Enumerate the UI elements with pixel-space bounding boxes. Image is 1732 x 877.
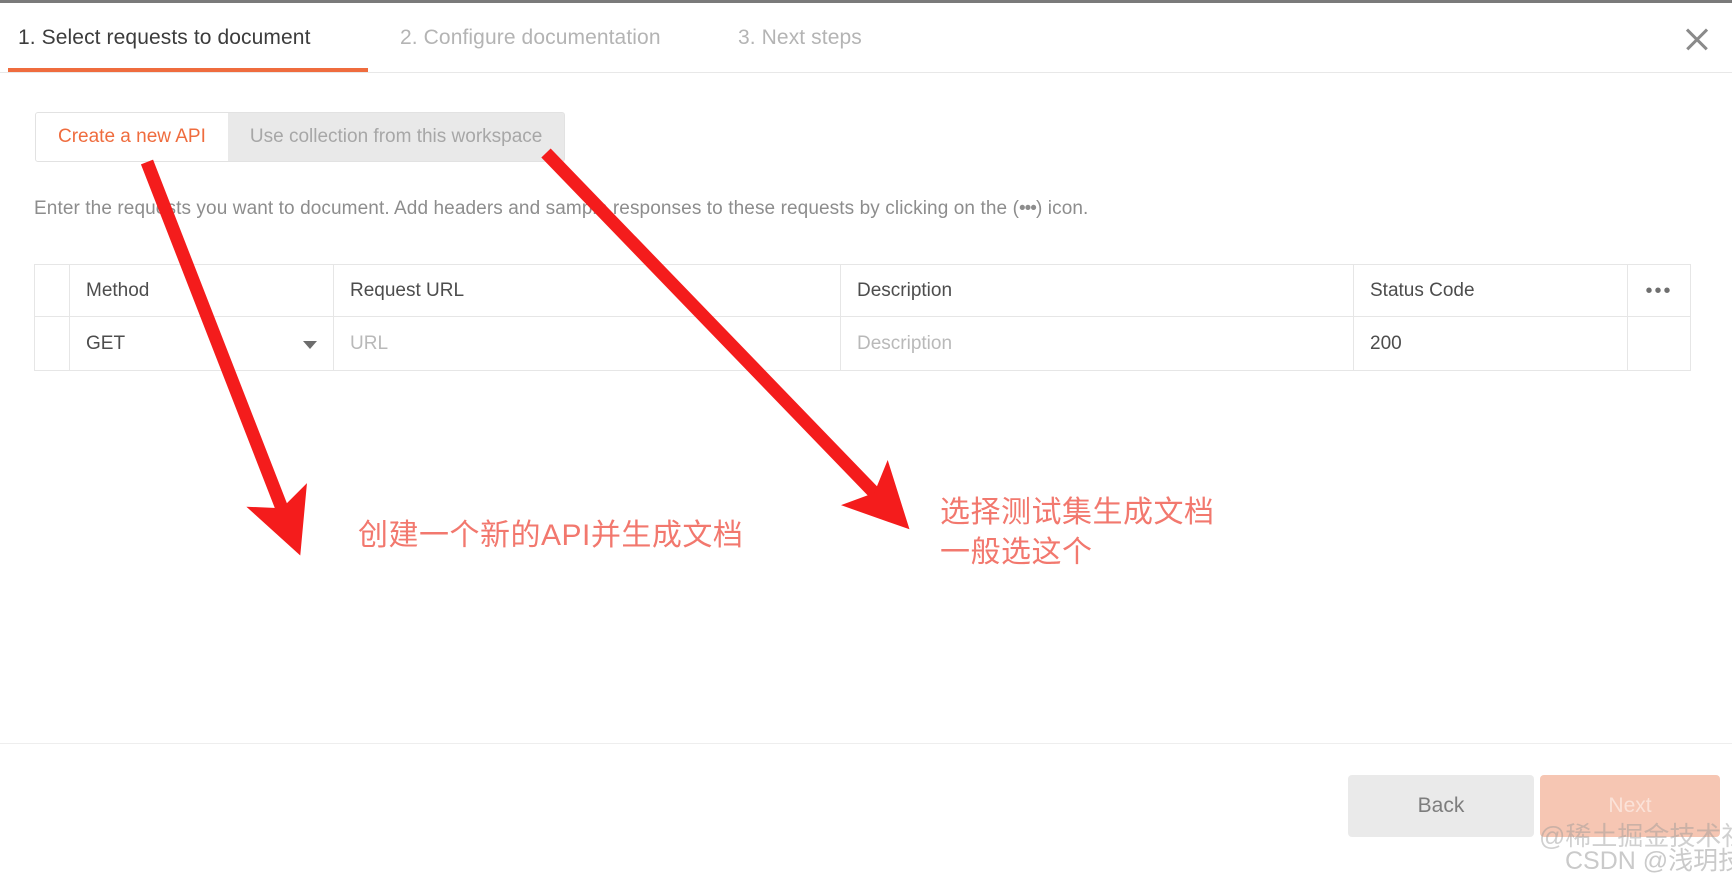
tab-configure-documentation-label: 2. Configure documentation xyxy=(400,25,661,49)
status-code-value: 200 xyxy=(1370,332,1402,354)
segment-create-a-new-api[interactable]: Create a new API xyxy=(36,113,228,161)
annotation-note-create-api: 创建一个新的API并生成文档 xyxy=(358,519,744,552)
close-icon[interactable] xyxy=(1680,22,1714,56)
description-placeholder: Description xyxy=(857,332,953,354)
ellipsis-icon: ••• xyxy=(1019,198,1037,219)
row-handle[interactable] xyxy=(35,317,69,370)
api-source-segmented-control: Create a new API Use collection from thi… xyxy=(35,112,566,162)
request-url-placeholder: URL xyxy=(350,332,389,354)
helper-text-after: ) icon. xyxy=(1035,198,1089,219)
status-code-input[interactable]: 200 xyxy=(1353,317,1627,370)
method-select[interactable]: GET xyxy=(69,317,333,370)
segment-create-a-new-api-label: Create a new API xyxy=(58,126,206,147)
request-url-input[interactable]: URL xyxy=(333,317,840,370)
tab-configure-documentation[interactable]: 2. Configure documentation xyxy=(400,3,661,72)
tab-select-requests[interactable]: 1. Select requests to document xyxy=(8,3,368,72)
ellipsis-icon: ••• xyxy=(1645,279,1673,302)
next-button[interactable]: Next xyxy=(1540,775,1720,837)
wizard-tab-bar: 1. Select requests to document 2. Config… xyxy=(0,3,1732,73)
column-header-request-url: Request URL xyxy=(333,265,840,316)
footer-divider xyxy=(0,743,1732,744)
back-button[interactable]: Back xyxy=(1348,775,1534,837)
column-header-more-actions[interactable]: ••• xyxy=(1627,265,1690,316)
tab-next-steps-label: 3. Next steps xyxy=(738,25,862,49)
watermark-csdn: CSDN @浅玥技术 xyxy=(1565,847,1732,875)
column-header-method: Method xyxy=(69,265,333,316)
table-header-row: Method Request URL Description Status Co… xyxy=(35,265,1690,317)
requests-table: Method Request URL Description Status Co… xyxy=(34,264,1691,371)
annotation-note-use-collection: 选择测试集生成文档 一般选这个 xyxy=(940,496,1215,569)
description-input[interactable]: Description xyxy=(840,317,1353,370)
tab-next-steps[interactable]: 3. Next steps xyxy=(738,3,862,72)
column-header-status-code: Status Code xyxy=(1353,265,1627,316)
method-select-value: GET xyxy=(86,332,126,354)
table-row: GET URL Description 200 xyxy=(35,317,1690,370)
helper-text: Enter the requests you want to document.… xyxy=(34,198,1088,220)
column-header-handle xyxy=(35,265,69,316)
segment-use-collection-from-workspace[interactable]: Use collection from this workspace xyxy=(227,113,565,161)
tab-select-requests-label: 1. Select requests to document xyxy=(18,25,311,49)
chevron-down-icon xyxy=(303,340,317,349)
row-more-actions[interactable] xyxy=(1627,317,1690,370)
helper-text-before: Enter the requests you want to document.… xyxy=(34,198,1019,219)
column-header-description: Description xyxy=(840,265,1353,316)
segment-use-collection-from-workspace-label: Use collection from this workspace xyxy=(249,126,543,147)
